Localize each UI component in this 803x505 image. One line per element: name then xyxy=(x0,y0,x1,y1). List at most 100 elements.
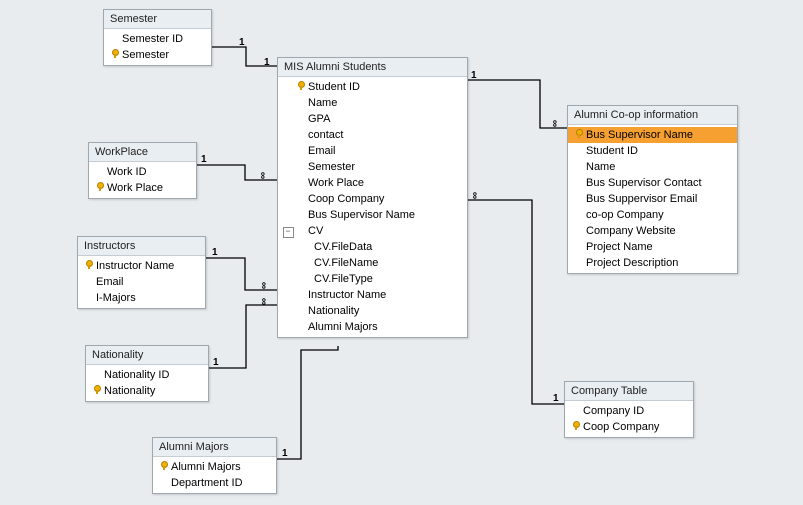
key-icon xyxy=(93,385,102,394)
key-icon xyxy=(160,461,169,470)
field[interactable]: Student ID xyxy=(568,143,737,159)
entity-body: Semester ID Semester xyxy=(104,29,211,65)
field-label: Work ID xyxy=(107,165,147,179)
field[interactable]: Instructor Name xyxy=(78,258,205,274)
field[interactable]: Bus Suppervisor Email xyxy=(568,191,737,207)
field-label: Name xyxy=(586,160,615,174)
field[interactable]: Semester xyxy=(104,47,211,63)
field-label: Coop Company xyxy=(308,192,384,206)
key-icon xyxy=(572,421,581,430)
field[interactable]: Name xyxy=(568,159,737,175)
field[interactable]: Email xyxy=(278,143,467,159)
field[interactable]: Work Place xyxy=(89,180,196,196)
field[interactable]: Nationality xyxy=(278,303,467,319)
cardinality-one: 1 xyxy=(553,393,559,404)
entity-body: Work ID Work Place xyxy=(89,162,196,198)
field[interactable]: Bus Supervisor Contact xyxy=(568,175,737,191)
field[interactable]: Work Place xyxy=(278,175,467,191)
field[interactable]: Alumni Majors xyxy=(278,319,467,335)
cardinality-many: ∞ xyxy=(549,120,560,127)
entity-title: Instructors xyxy=(78,237,205,256)
entity-title: Alumni Co-op information xyxy=(568,106,737,125)
entity-title: MIS Alumni Students xyxy=(278,58,467,77)
field[interactable]: Semester ID xyxy=(104,31,211,47)
field[interactable]: CV.FileName xyxy=(278,255,467,271)
entity-alumni-majors[interactable]: Alumni Majors Alumni Majors Department I… xyxy=(152,437,277,494)
cardinality-one: 1 xyxy=(213,357,219,368)
field-label: I-Majors xyxy=(96,291,136,305)
field-label: Name xyxy=(308,96,337,110)
collapse-icon[interactable]: − xyxy=(283,227,294,238)
field[interactable]: CV.FileData xyxy=(278,239,467,255)
field-label: Semester ID xyxy=(122,32,183,46)
field[interactable]: Bus Supervisor Name xyxy=(568,127,737,143)
entity-title: WorkPlace xyxy=(89,143,196,162)
field-label: Company ID xyxy=(583,404,644,418)
field-label: Nationality xyxy=(104,384,155,398)
cardinality-many: ∞ xyxy=(257,172,268,179)
entity-body: Instructor Name Email I-Majors xyxy=(78,256,205,308)
field-expandable[interactable]: − CV xyxy=(278,223,467,239)
key-icon xyxy=(85,260,94,269)
field-label: Project Name xyxy=(586,240,653,254)
field[interactable]: Bus Supervisor Name xyxy=(278,207,467,223)
field[interactable]: Project Name xyxy=(568,239,737,255)
entity-body: Nationality ID Nationality xyxy=(86,365,208,401)
field[interactable]: co-op Company xyxy=(568,207,737,223)
field[interactable]: CV.FileType xyxy=(278,271,467,287)
entity-title: Alumni Majors xyxy=(153,438,276,457)
field-label: CV.FileName xyxy=(314,256,378,270)
field[interactable]: Project Description xyxy=(568,255,737,271)
entity-alumni-coop-information[interactable]: Alumni Co-op information Bus Supervisor … xyxy=(567,105,738,274)
entity-title: Company Table xyxy=(565,382,693,401)
entity-title: Semester xyxy=(104,10,211,29)
field[interactable]: Company Website xyxy=(568,223,737,239)
field-label: CV xyxy=(308,224,323,238)
entity-company-table[interactable]: Company Table Company ID Coop Company xyxy=(564,381,694,438)
field-label: CV.FileData xyxy=(314,240,372,254)
field[interactable]: Nationality xyxy=(86,383,208,399)
field[interactable]: Company ID xyxy=(565,403,693,419)
field-label: Nationality xyxy=(308,304,359,318)
field-label: Email xyxy=(96,275,124,289)
field[interactable]: Semester xyxy=(278,159,467,175)
cardinality-many: ∞ xyxy=(469,192,480,199)
field[interactable]: Coop Company xyxy=(278,191,467,207)
field[interactable]: Email xyxy=(78,274,205,290)
field-label: Alumni Majors xyxy=(171,460,241,474)
field-label: Alumni Majors xyxy=(308,320,378,334)
entity-title: Nationality xyxy=(86,346,208,365)
field-label: Bus Supervisor Name xyxy=(308,208,415,222)
field[interactable]: Work ID xyxy=(89,164,196,180)
entity-nationality[interactable]: Nationality Nationality ID Nationality xyxy=(85,345,209,402)
cardinality-one: 1 xyxy=(201,154,207,165)
entity-instructors[interactable]: Instructors Instructor Name Email I-Majo… xyxy=(77,236,206,309)
field-label: contact xyxy=(308,128,343,142)
entity-body: Alumni Majors Department ID xyxy=(153,457,276,493)
entity-body: Company ID Coop Company xyxy=(565,401,693,437)
field[interactable]: I-Majors xyxy=(78,290,205,306)
entity-mis-alumni-students[interactable]: MIS Alumni Students Student ID Name GPA … xyxy=(277,57,468,338)
field[interactable]: Coop Company xyxy=(565,419,693,435)
field-label: Coop Company xyxy=(583,420,659,434)
field-label: Email xyxy=(308,144,336,158)
entity-semester[interactable]: Semester Semester ID Semester xyxy=(103,9,212,66)
cardinality-many: ∞ xyxy=(258,282,269,289)
cardinality-one: 1 xyxy=(471,70,477,81)
field[interactable]: Student ID xyxy=(278,79,467,95)
field[interactable]: Department ID xyxy=(153,475,276,491)
field[interactable]: Nationality ID xyxy=(86,367,208,383)
field-label: Work Place xyxy=(308,176,364,190)
cardinality-one: 1 xyxy=(282,448,288,459)
field-label: Project Description xyxy=(586,256,678,270)
key-icon xyxy=(96,182,105,191)
field[interactable]: contact xyxy=(278,127,467,143)
field[interactable]: Instructor Name xyxy=(278,287,467,303)
field[interactable]: GPA xyxy=(278,111,467,127)
entity-workplace[interactable]: WorkPlace Work ID Work Place xyxy=(88,142,197,199)
field[interactable]: Alumni Majors xyxy=(153,459,276,475)
key-icon xyxy=(297,81,306,90)
field-label: GPA xyxy=(308,112,330,126)
field-label: Bus Supervisor Contact xyxy=(586,176,702,190)
field[interactable]: Name xyxy=(278,95,467,111)
